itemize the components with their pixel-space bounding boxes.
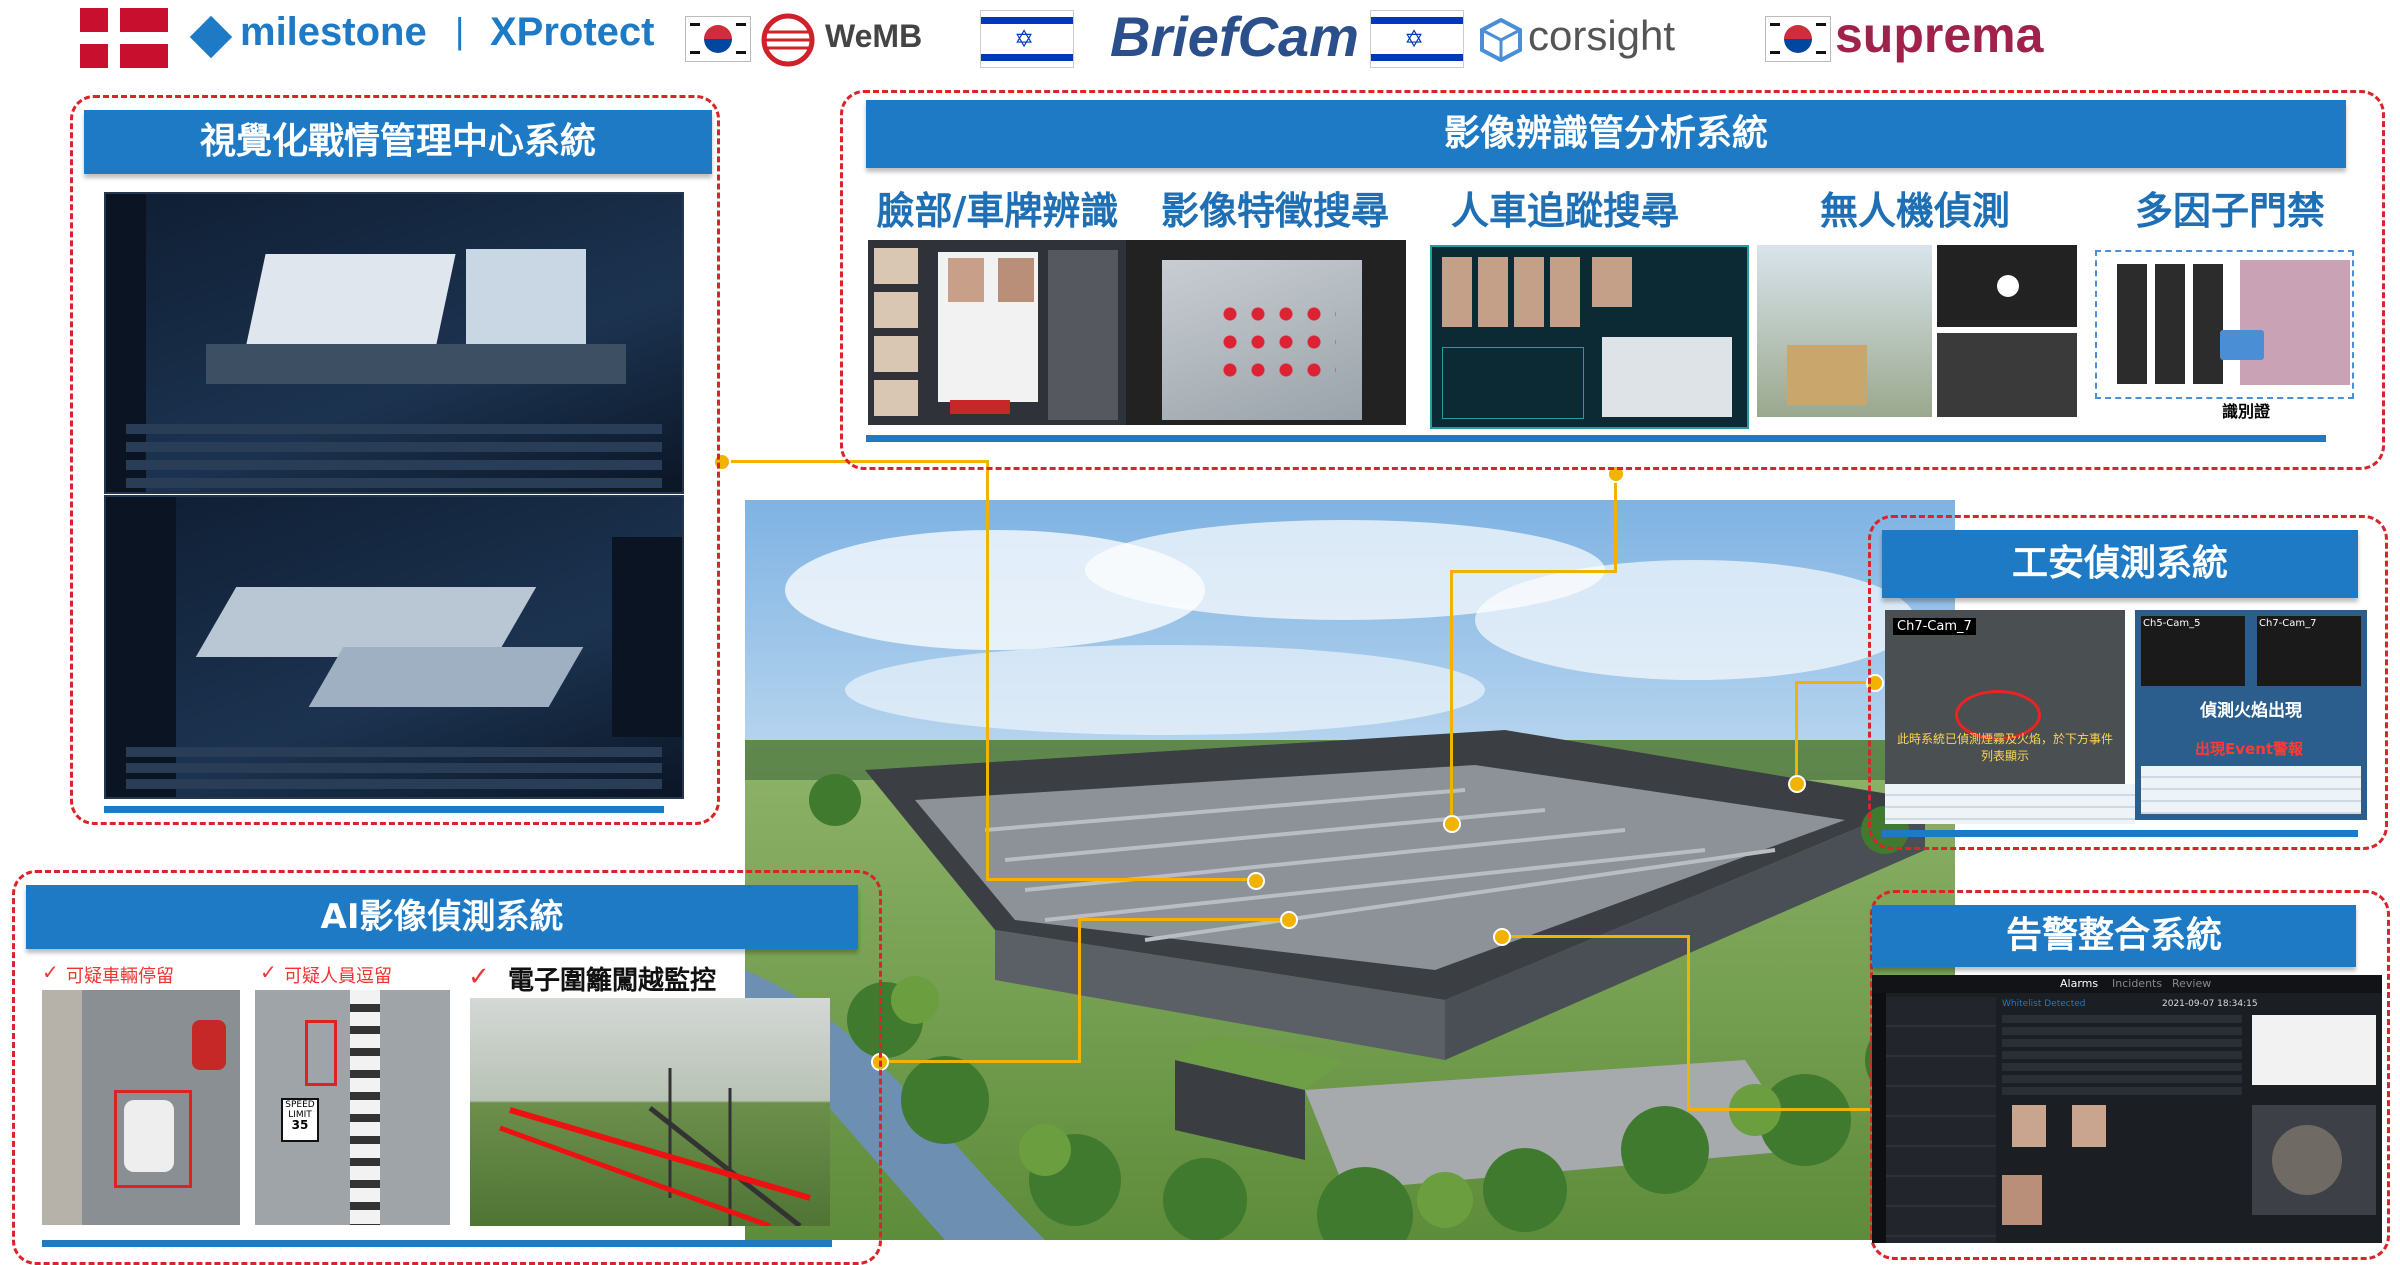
event-alarm-text: 出現Event警報 <box>2195 740 2304 758</box>
feature-multi-factor-access: 多因子門禁 <box>2134 189 2325 233</box>
event-list-table <box>1885 784 2135 824</box>
milestone-logo-icon <box>189 15 233 59</box>
cam-label: Ch7-Cam_7 <box>2259 618 2317 629</box>
video-analysis-title: 影像辨識管分析系統 <box>866 100 2346 168</box>
floor-plan-3d-screenshot <box>104 495 684 799</box>
industrial-safety-underline <box>1882 830 2358 837</box>
id-card-icon <box>2220 330 2264 360</box>
tab-incidents[interactable]: Incidents <box>2112 977 2162 990</box>
face-recognition-screenshot <box>868 240 1126 425</box>
tab-review[interactable]: Review <box>2172 977 2211 990</box>
alarm-whitelist-detected: Whitelist Detected <box>2002 999 2086 1009</box>
check-icon: ✓ <box>468 962 490 992</box>
xprotect-logo-text: XProtect <box>490 10 655 54</box>
logo-separator: | <box>455 10 465 51</box>
industrial-safety-title: 工安偵測系統 <box>1882 530 2358 598</box>
tab-alarms[interactable]: Alarms <box>2060 977 2098 990</box>
fire-detected-text: 偵測火焰出現 <box>2200 701 2302 721</box>
id-card-caption: 識別證 <box>2222 402 2271 421</box>
fire-detection-side-panel: Ch5-Cam_5 Ch7-Cam_7 偵測火焰出現 出現Event警報 <box>2135 610 2367 820</box>
denmark-flag-icon <box>80 8 168 68</box>
korea-flag-icon <box>1765 16 1831 62</box>
command-center-3d-screenshot <box>104 192 684 494</box>
feature-face-plate-recognition: 臉部/車牌辨識 <box>876 189 1119 233</box>
cam-label: Ch7-Cam_7 <box>1893 618 1976 635</box>
ai-detection-underline <box>42 1240 832 1247</box>
check-icon: ✓ <box>42 960 59 984</box>
milestone-logo-text: milestone <box>240 10 427 54</box>
israel-flag-icon: ✡ <box>1370 10 1464 68</box>
check-icon: ✓ <box>260 960 277 984</box>
corsight-cube-icon <box>1480 18 1522 62</box>
feature-person-vehicle-tracking: 人車追蹤搜尋 <box>1450 189 1679 233</box>
israel-flag-icon: ✡ <box>980 10 1074 68</box>
partner-logo-strip: milestone | XProtect WeMB ✡ BriefCam ✡ c… <box>80 0 2080 76</box>
suprema-logo-text: suprema <box>1835 7 2044 63</box>
feature-drone-detection: 無人機偵測 <box>1819 189 2010 233</box>
alarm-integration-title: 告警整合系統 <box>1872 905 2356 967</box>
person-detection-image: SPEED LIMIT 35 <box>255 990 450 1225</box>
corsight-logo-text: corsight <box>1528 12 1676 59</box>
feature-video-feature-search: 影像特徵搜尋 <box>1160 189 1389 233</box>
drone-detection-screenshot <box>1757 245 2077 417</box>
speed-sign-value: 35 <box>291 1118 309 1132</box>
video-analysis-underline <box>866 435 2326 442</box>
korea-flag-icon <box>685 16 751 62</box>
fire-camera-view: Ch7-Cam_7 此時系統已偵測煙霧及火焰，於下方事件列表顯示 <box>1885 610 2125 810</box>
feature-search-screenshot <box>1126 240 1406 425</box>
alarm-console-screenshot: Alarms Incidents Review Whitelist Detect… <box>1872 975 2382 1243</box>
item-suspicious-person-label: 可疑人員逗留 <box>284 966 392 987</box>
wemb-globe-icon <box>761 13 815 67</box>
wemb-logo-text: WeMB <box>825 18 923 54</box>
speed-sign-line-1: SPEED <box>285 1100 315 1110</box>
door-illustration <box>2240 260 2350 385</box>
visual-command-underline <box>104 806 664 813</box>
item-fence-intrusion-label: 電子圍籬闖越監控 <box>508 966 717 996</box>
visual-command-title: 視覺化戰情管理中心系統 <box>84 110 712 174</box>
aerial-factory-image <box>745 500 1955 1240</box>
cam-label: Ch5-Cam_5 <box>2143 618 2201 629</box>
fence-monitoring-image <box>470 998 830 1226</box>
item-suspicious-vehicle-label: 可疑車輛停留 <box>66 966 174 987</box>
fire-overlay-text: 此時系統已偵測煙霧及火焰，於下方事件列表顯示 <box>1896 732 2113 763</box>
tracking-search-screenshot <box>1430 245 1749 429</box>
ai-detection-title: AI影像偵測系統 <box>26 885 858 949</box>
vehicle-detection-image <box>42 990 240 1225</box>
briefcam-logo-text: BriefCam <box>1110 5 1359 68</box>
alarm-timestamp: 2021-09-07 18:34:15 <box>2162 999 2258 1009</box>
